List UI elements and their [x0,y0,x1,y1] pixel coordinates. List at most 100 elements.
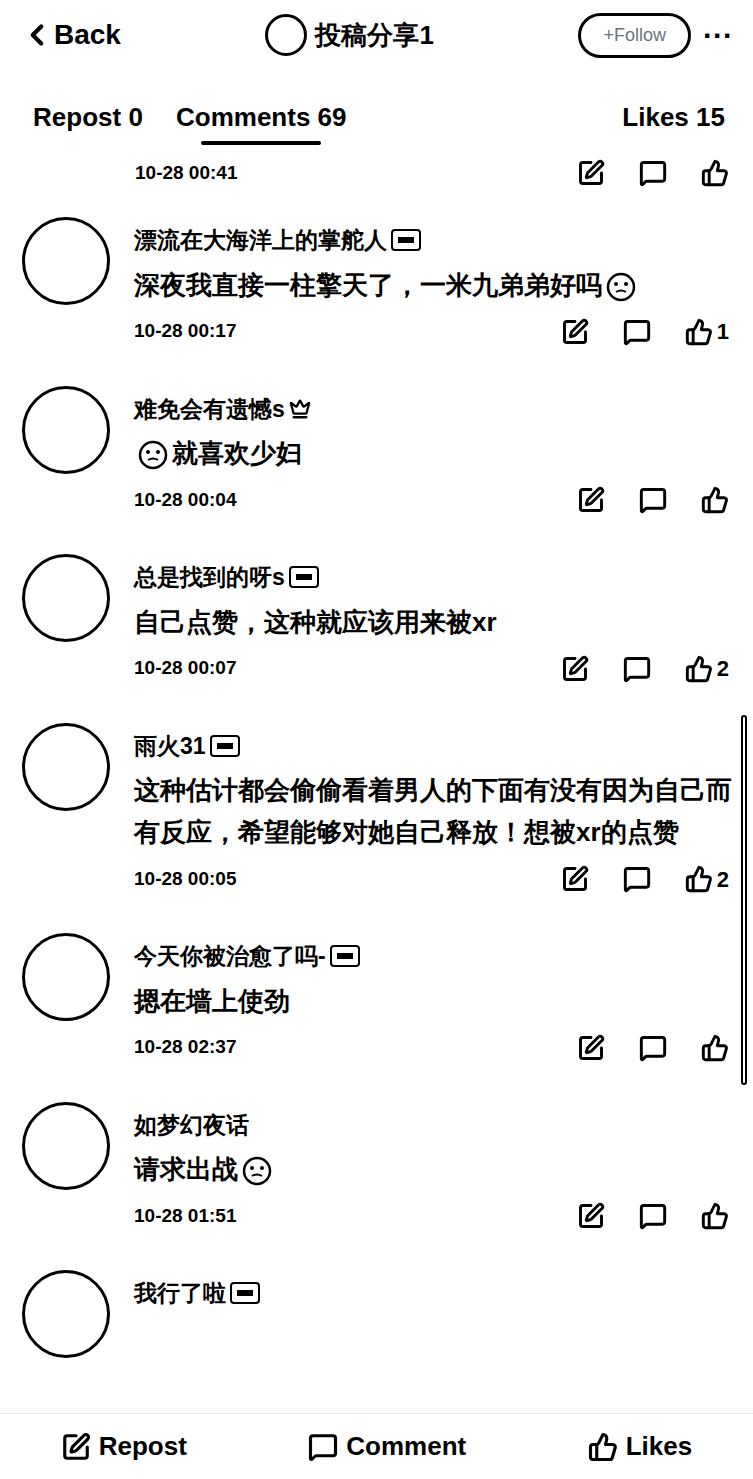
avatar[interactable] [22,1270,110,1358]
back-icon [20,18,54,52]
comment-author[interactable]: 雨火31 [134,729,206,764]
reply-icon[interactable] [561,655,589,683]
comment-time: 10-28 00:04 [134,486,236,515]
follow-button[interactable]: +Follow [578,13,691,58]
comment-icon[interactable] [623,865,651,893]
thumbs-up-icon [685,865,713,893]
level-badge-icon [330,945,360,967]
bottom-bar-icon [308,1432,338,1462]
like-button[interactable]: 2 [685,652,729,685]
comment-meta-row: 10-28 00:07 2 [134,649,753,689]
reply-icon[interactable] [561,318,589,346]
comment-item: 总是找到的呀s 自己点赞，这种就应该用来被xr 10-28 00:07 2 [0,534,753,703]
comment-text: 这种估计都会偷偷看着男人的下面有没有因为自己而有反应，希望能够对她自己释放！想被… [134,769,753,853]
stats-tab[interactable]: Comments 69 [176,98,347,145]
comment-text: 就喜欢少妇 [134,432,753,474]
comment-text: 自己点赞，这种就应该用来被xr [134,601,753,643]
thumbs-up-icon [701,159,729,187]
avatar[interactable] [22,217,110,305]
comment-time: 10-28 02:37 [134,1033,236,1062]
level-badge-icon [289,566,319,588]
level-badge-icon [391,229,421,251]
bottom-bar: Repost Comment Likes [0,1413,753,1479]
like-button[interactable]: 1 [685,315,729,348]
comment-text: 摁在墙上使劲 [134,980,753,1022]
more-button[interactable]: ··· [703,13,733,58]
bottom-bar-icon [61,1432,91,1462]
comment-text: 请求出战 [134,1148,753,1190]
like-count: 1 [717,315,729,348]
comment-item: 我行了啦 [0,1250,753,1372]
bottom-bar-button[interactable]: Repost [61,1427,187,1466]
comment-author[interactable]: 漂流在大海洋上的掌舵人 [134,223,387,258]
comment-text: 深夜我直接一柱擎天了，一米九弟弟好吗 [134,264,753,306]
comment-item: 雨火31 这种估计都会偷偷看着男人的下面有没有因为自己而有反应，希望能够对她自己释… [0,703,753,914]
comment-author[interactable]: 我行了啦 [134,1276,226,1311]
like-button[interactable] [701,1034,729,1062]
comment-time: 10-28 00:05 [134,865,236,894]
reply-icon[interactable] [577,486,605,514]
like-button[interactable] [701,1202,729,1230]
comment-author[interactable]: 总是找到的呀s [134,560,285,595]
like-button[interactable] [701,486,729,514]
comment-meta-row: 10-28 00:05 2 [134,859,753,899]
like-button[interactable] [701,159,729,187]
comment-time: 10-28 00:41 [135,159,237,188]
reply-icon[interactable] [577,159,605,187]
comment-icon[interactable] [623,655,651,683]
comment-meta-row: 10-28 00:17 1 [134,312,753,352]
header: Back 投稿分享1 +Follow ··· [0,0,753,70]
like-button[interactable]: 2 [685,863,729,896]
comment-item: 今天你被治愈了吗- 摁在墙上使劲 10-28 02:37 [0,913,753,1082]
comment-icon[interactable] [639,1034,667,1062]
avatar[interactable] [22,933,110,1021]
emoji-icon [606,272,636,302]
comment-meta-row: 10-28 00:04 [134,480,753,520]
bottom-bar-button[interactable]: Likes [588,1427,693,1466]
comment-icon[interactable] [639,1202,667,1230]
comment-list: 10-28 00:41 漂流在大海洋上的掌舵人深夜我直接一柱擎天了，一米九弟弟好吗… [0,145,753,1413]
avatar[interactable] [22,554,110,642]
comment-icon[interactable] [639,486,667,514]
comment-time: 10-28 00:17 [134,317,236,346]
thumbs-up-icon [701,1202,729,1230]
thumbs-up-icon [685,318,713,346]
thumbs-up-icon [685,655,713,683]
stats-tab[interactable]: Repost 0 [28,98,148,145]
emoji-icon [138,440,168,470]
back-button[interactable]: Back [20,14,121,56]
avatar[interactable] [22,386,110,474]
comment-time: 10-28 01:51 [134,1202,236,1231]
level-badge-icon [230,1282,260,1304]
reply-icon[interactable] [561,865,589,893]
thumbs-up-icon [701,1034,729,1062]
reply-icon[interactable] [577,1202,605,1230]
stats-row: Repost 0 Comments 69 Likes 15 [0,70,753,145]
poster-title: 投稿分享1 [315,16,433,55]
comment-author[interactable]: 如梦幻夜话 [134,1108,249,1143]
crown-icon [289,398,311,420]
avatar[interactable] [22,723,110,811]
comment-tail: 10-28 00:41 [0,145,753,197]
bottom-bar-button[interactable]: Comment [308,1427,466,1466]
comment-meta-row: 10-28 01:51 [134,1196,753,1236]
comment-icon[interactable] [623,318,651,346]
thumbs-up-icon [701,486,729,514]
comment-author[interactable]: 今天你被治愈了吗- [134,939,326,974]
comment-time: 10-28 00:07 [134,654,236,683]
comment-item: 漂流在大海洋上的掌舵人深夜我直接一柱擎天了，一米九弟弟好吗 10-28 00:17… [0,197,753,366]
emoji-icon [242,1156,272,1186]
like-count: 2 [717,863,729,896]
stats-tab[interactable]: Likes 15 [622,98,725,145]
comment-icon[interactable] [639,159,667,187]
level-badge-icon [210,735,240,757]
app: Back 投稿分享1 +Follow ··· Repost 0 Comments 69 Li… [0,0,753,1479]
reply-icon[interactable] [577,1034,605,1062]
comment-author[interactable]: 难免会有遗憾s [134,392,285,427]
scrollbar[interactable] [741,715,747,1085]
comment-item: 难免会有遗憾s 就喜欢少妇 10-28 00:04 [0,366,753,535]
comment-item: 如梦幻夜话请求出战 10-28 01:51 [0,1082,753,1251]
poster-avatar[interactable] [265,14,307,56]
comment-meta-row: 10-28 02:37 [134,1028,753,1068]
avatar[interactable] [22,1102,110,1190]
